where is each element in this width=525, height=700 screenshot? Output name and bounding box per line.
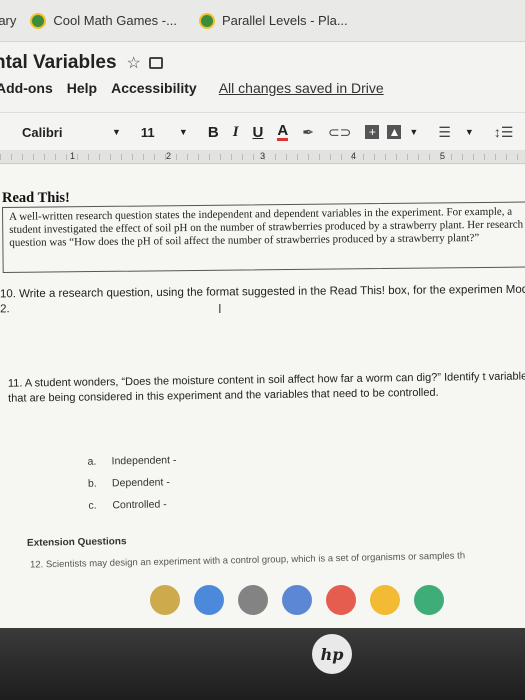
option-row[interactable]: b. Dependent -	[88, 471, 177, 495]
ruler-number: 4	[351, 151, 357, 161]
parallel-favicon-icon	[198, 12, 215, 29]
chevron-down-icon[interactable]: ▼	[409, 127, 418, 137]
menu-accessibility[interactable]: Accessibility	[111, 80, 197, 96]
bookmark-library[interactable]: rary	[0, 13, 16, 28]
ruler-number: 5	[440, 151, 446, 161]
option-letter: a.	[87, 455, 97, 468]
drive-app-icon[interactable]	[370, 585, 400, 615]
option-letter: b.	[87, 477, 97, 490]
document-page[interactable]: Read This! A well-written research quest…	[0, 165, 525, 628]
menu-bar: Add-ons Help Accessibility All changes s…	[0, 80, 525, 96]
bookmark-label: Parallel Levels - Pla...	[221, 13, 348, 28]
insert-image-icon[interactable]: ▲	[387, 125, 402, 139]
option-row[interactable]: a. Independent -	[87, 449, 177, 473]
chevron-down-icon[interactable]: ▼	[179, 127, 188, 137]
ruler-number: 3	[260, 151, 266, 161]
ruler: 1 2 3 4 5	[0, 150, 525, 164]
menu-help[interactable]: Help	[67, 80, 97, 96]
read-this-box: A well-written research question states …	[2, 201, 525, 273]
option-letter: c.	[88, 499, 97, 512]
laptop-bezel	[0, 628, 525, 700]
chevron-down-icon[interactable]: ▼	[112, 127, 121, 137]
play-store-app-icon[interactable]	[414, 585, 444, 615]
camera-app-icon[interactable]	[238, 585, 268, 615]
extension-heading: Extension Questions	[26, 536, 127, 549]
doc-title[interactable]: ntal Variables	[0, 52, 117, 74]
ruler-number: 2	[166, 151, 172, 161]
answer-options: a. Independent - b. Dependent - c. Contr…	[87, 449, 177, 517]
files-app-icon[interactable]	[150, 585, 180, 615]
save-status-link[interactable]: All changes saved in Drive	[219, 80, 384, 96]
app-shelf	[150, 575, 525, 625]
bookmark-label: rary	[0, 13, 17, 28]
hp-logo-icon: hp	[312, 634, 352, 674]
text-color-button[interactable]: A	[277, 123, 289, 141]
align-left-icon[interactable]: ☰	[438, 124, 451, 141]
link-icon[interactable]: ⊂⊃	[328, 124, 351, 141]
bookmark-label: Cool Math Games -...	[53, 13, 177, 28]
question-11: 11. A student wonders, “Does the moistur…	[7, 370, 525, 405]
docs-app-icon[interactable]	[282, 585, 312, 615]
highlight-pen-icon[interactable]: ✒	[302, 124, 314, 141]
question-12: 12. Scientists may design an experiment …	[29, 550, 466, 571]
option-text: Controlled -	[112, 498, 167, 512]
read-this-heading: Read This!	[2, 190, 70, 206]
doc-header: ntal Variables ☆ Add-ons Help Accessibil…	[0, 42, 525, 152]
formatting-toolbar: Calibri ▼ 11 ▼ B I U A ✒ ⊂⊃ + ▲ ▼ ☰ ▼ ↕☰	[0, 112, 525, 152]
menu-add-ons[interactable]: Add-ons	[0, 80, 53, 96]
text-cursor-icon: I	[218, 301, 222, 316]
move-folder-icon[interactable]	[148, 57, 163, 69]
bookmarks-bar: rary Cool Math Games -... Parallel Level…	[0, 0, 525, 42]
underline-button[interactable]: U	[253, 124, 264, 141]
doc-title-row: ntal Variables ☆	[0, 52, 525, 74]
coolmath-favicon-icon	[30, 12, 47, 29]
question-10: 10. Write a research question, using the…	[0, 283, 525, 316]
star-icon[interactable]: ☆	[127, 53, 141, 73]
ruler-number: 1	[70, 151, 76, 161]
bookmark-parallel-levels[interactable]: Parallel Levels - Pla...	[198, 12, 348, 29]
chrome-app-icon[interactable]	[326, 585, 356, 615]
option-row[interactable]: c. Controlled -	[88, 493, 177, 517]
font-select[interactable]: Calibri	[22, 125, 112, 140]
browser-screen: rary Cool Math Games -... Parallel Level…	[0, 0, 525, 628]
bookmark-cool-math-games[interactable]: Cool Math Games -...	[30, 12, 177, 29]
insert-comment-icon[interactable]: +	[365, 125, 380, 139]
option-text: Independent -	[111, 454, 177, 468]
option-text: Dependent -	[111, 476, 170, 490]
apps-app-icon[interactable]	[194, 585, 224, 615]
font-size-select[interactable]: 11	[141, 125, 179, 140]
bold-button[interactable]: B	[208, 124, 219, 141]
chevron-down-icon[interactable]: ▼	[465, 127, 474, 137]
italic-button[interactable]: I	[233, 124, 239, 141]
line-spacing-icon[interactable]: ↕☰	[494, 124, 514, 141]
